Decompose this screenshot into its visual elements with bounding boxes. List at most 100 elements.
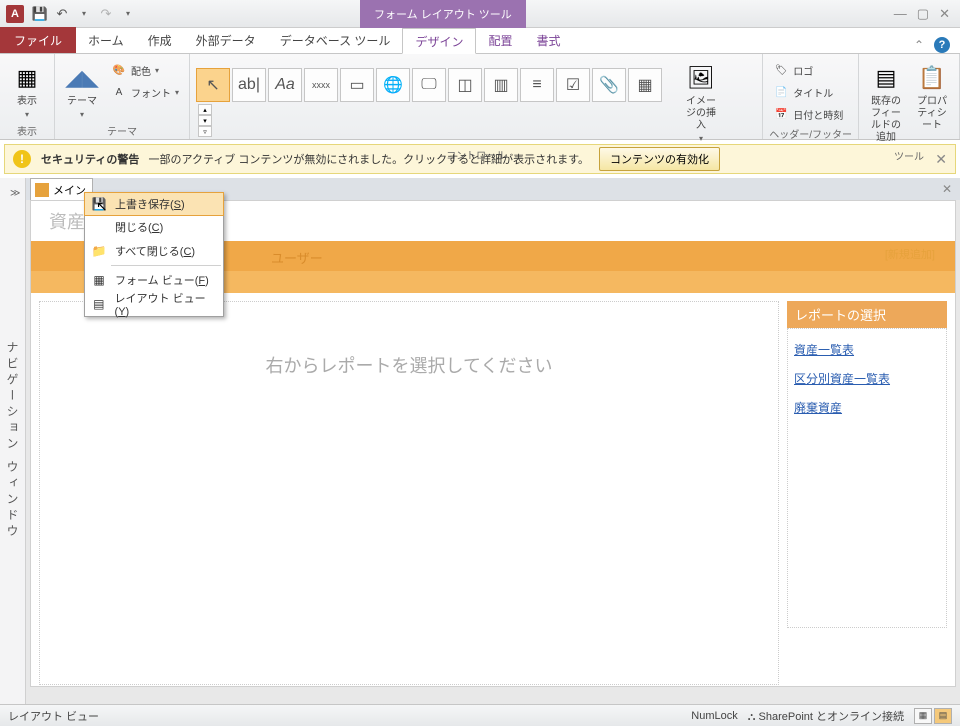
ctx-close[interactable]: 閉じる(C) xyxy=(85,215,223,239)
group-tools: ▤ 既存のフィールドの追加 📋 プロパティシート ツール xyxy=(859,54,960,139)
ctx-form-view[interactable]: ▦ フォーム ビュー(F) xyxy=(85,268,223,292)
report-list: 資産一覧表 区分別資産一覧表 廃棄資産 xyxy=(787,328,947,628)
title-icon: 📄 xyxy=(773,84,789,100)
file-tab[interactable]: ファイル xyxy=(0,27,76,53)
logo-button[interactable]: 🏷ロゴ xyxy=(769,60,847,80)
report-link-asset-list[interactable]: 資産一覧表 xyxy=(792,335,942,364)
minimize-ribbon-icon[interactable]: ⌃ xyxy=(914,38,924,52)
fonts-button[interactable]: A フォント ▾ xyxy=(107,82,183,102)
webbrowser-control[interactable]: 🖵 xyxy=(412,68,446,102)
folder-icon: 📁 xyxy=(91,243,107,259)
layout-view-icon: ▤ xyxy=(91,296,107,312)
view-layout-button[interactable]: ▤ xyxy=(934,708,952,724)
tab-database-tools[interactable]: データベース ツール xyxy=(268,27,403,53)
chevron-down-icon: ▾ xyxy=(175,88,179,97)
ribbon-tab-strip: ファイル ホーム 作成 外部データ データベース ツール デザイン 配置 書式 … xyxy=(0,28,960,54)
save-icon: 💾 xyxy=(91,196,107,212)
form-icon xyxy=(35,183,49,197)
sharepoint-label: SharePoint とオンライン接続 xyxy=(759,711,904,723)
nav-tab-add-new[interactable]: [新規追加] xyxy=(885,249,935,262)
hyperlink-control[interactable]: 🌐 xyxy=(376,68,410,102)
close-document-icon[interactable]: ✕ xyxy=(942,182,960,196)
ctx-form-view-label: フォーム ビュー(F) xyxy=(115,272,209,288)
group-label-views: 表示 xyxy=(6,121,48,140)
enable-content-button[interactable]: コンテンツの有効化 xyxy=(599,147,720,171)
navigation-control[interactable]: ◫ xyxy=(448,68,482,102)
security-text: セキュリティの警告 一部のアクティブ コンテンツが無効にされました。クリックする… xyxy=(41,151,589,167)
view-switcher: ▦ ▤ xyxy=(914,708,952,724)
datetime-button[interactable]: 📅日付と時刻 xyxy=(769,104,847,124)
report-link-discarded[interactable]: 廃棄資産 xyxy=(792,393,942,422)
save-icon[interactable]: 💾 xyxy=(30,4,50,24)
property-sheet-button[interactable]: 📋 プロパティシート xyxy=(911,60,953,134)
colors-label: 配色 xyxy=(131,63,151,78)
form-title: 資産 xyxy=(49,208,85,234)
tab-arrange[interactable]: 配置 xyxy=(476,27,524,53)
ctx-close-label: 閉じる(C) xyxy=(115,219,163,235)
ctx-layout-view[interactable]: ▤ レイアウト ビュー(Y) xyxy=(85,292,223,316)
button-control[interactable]: xxxx xyxy=(304,68,338,102)
context-separator xyxy=(111,265,221,266)
add-fields-label: 既存のフィールドの追加 xyxy=(867,96,905,144)
add-fields-button[interactable]: ▤ 既存のフィールドの追加 xyxy=(865,60,907,146)
report-link-category-list[interactable]: 区分別資産一覧表 xyxy=(792,364,942,393)
subform-control[interactable]: ▦ xyxy=(628,68,662,102)
listbox-control[interactable]: ≡ xyxy=(520,68,554,102)
security-message[interactable]: 一部のアクティブ コンテンツが無効にされました。クリックすると詳細が表示されます… xyxy=(149,154,590,166)
gallery-scroll: ▴ ▾ ▿ xyxy=(198,104,212,137)
attachment-control[interactable]: 📎 xyxy=(592,68,626,102)
textbox-control[interactable]: ab| xyxy=(232,68,266,102)
warning-icon: ! xyxy=(13,150,31,168)
redo-icon[interactable]: ↷ xyxy=(96,4,116,24)
ctx-close-all-label: すべて閉じる(C) xyxy=(115,243,195,259)
controls-gallery: ↖ ab| Aa xxxx ▭ 🌐 🖵 ◫ ▥ ≡ ☑ 📎 ▦ ▴ ▾ ▿ xyxy=(196,60,676,137)
checkbox-control[interactable]: ☑ xyxy=(556,68,590,102)
undo-dropdown-icon[interactable]: ▾ xyxy=(74,4,94,24)
form-body-right: レポートの選択 資産一覧表 区分別資産一覧表 廃棄資産 xyxy=(787,301,947,685)
combobox-control[interactable]: ▥ xyxy=(484,68,518,102)
group-controls: ↖ ab| Aa xxxx ▭ 🌐 🖵 ◫ ▥ ≡ ☑ 📎 ▦ ▴ ▾ ▿ xyxy=(190,54,763,139)
navigation-pane-collapsed[interactable]: ナビゲーション ウィンドウ xyxy=(0,178,26,704)
close-bar-icon[interactable]: ✕ xyxy=(935,151,947,168)
label-control[interactable]: Aa xyxy=(268,68,302,102)
themes-label: テーマ xyxy=(67,96,97,108)
tab-design[interactable]: デザイン xyxy=(402,28,476,54)
ribbon-body: ▦ 表示 ▾ 表示 ◢◣ テーマ ▾ 🎨 配色 ▾ A フォント xyxy=(0,54,960,140)
tab-external-data[interactable]: 外部データ xyxy=(184,27,268,53)
gallery-up-icon[interactable]: ▴ xyxy=(198,104,212,115)
quick-access-toolbar: 💾 ↶ ▾ ↷ ▾ xyxy=(30,4,138,24)
qat-customize-icon[interactable]: ▾ xyxy=(118,4,138,24)
view-label: 表示 xyxy=(17,96,37,108)
tab-control[interactable]: ▭ xyxy=(340,68,374,102)
chevron-down-icon: ▾ xyxy=(80,110,84,119)
select-tool[interactable]: ↖ xyxy=(196,68,230,102)
tab-create[interactable]: 作成 xyxy=(136,27,184,53)
body-placeholder-text: 右からレポートを選択してください xyxy=(266,352,553,378)
tab-home[interactable]: ホーム xyxy=(76,27,136,53)
undo-icon[interactable]: ↶ xyxy=(52,4,72,24)
contextual-tab-title: フォーム レイアウト ツール xyxy=(360,0,526,28)
tab-format[interactable]: 書式 xyxy=(524,27,572,53)
themes-button[interactable]: ◢◣ テーマ ▾ xyxy=(61,60,103,121)
minimize-icon[interactable]: — xyxy=(894,6,907,22)
colors-button[interactable]: 🎨 配色 ▾ xyxy=(107,60,183,80)
ctx-close-all[interactable]: 📁 すべて閉じる(C) xyxy=(85,239,223,263)
document-tab-label: メイン xyxy=(53,182,86,198)
help-icon[interactable]: ? xyxy=(934,37,950,53)
view-button[interactable]: ▦ 表示 ▾ xyxy=(6,60,48,121)
view-form-button[interactable]: ▦ xyxy=(914,708,932,724)
nav-pane-label: ナビゲーション ウィンドウ xyxy=(4,341,21,540)
group-label-themes: テーマ xyxy=(61,121,183,140)
insert-image-button[interactable]: 🖼 イメージの挿入 ▾ xyxy=(680,60,722,145)
nav-expand-icon[interactable]: ≫ xyxy=(10,188,20,199)
gallery-more-icon[interactable]: ▿ xyxy=(198,126,212,137)
restore-icon[interactable]: ▢ xyxy=(917,6,929,22)
title-button[interactable]: 📄タイトル xyxy=(769,82,847,102)
ctx-save[interactable]: 💾 上書き保存(S) xyxy=(84,192,224,216)
nav-tab-users[interactable]: ユーザー xyxy=(255,244,339,271)
gallery-down-icon[interactable]: ▾ xyxy=(198,115,212,126)
ctx-save-label: 上書き保存(S) xyxy=(115,196,185,212)
title-bar: A 💾 ↶ ▾ ↷ ▾ 資産管理 フォーム レイアウト ツール — ▢ ✕ xyxy=(0,0,960,28)
themes-icon: ◢◣ xyxy=(66,62,98,94)
close-icon[interactable]: ✕ xyxy=(939,6,950,22)
